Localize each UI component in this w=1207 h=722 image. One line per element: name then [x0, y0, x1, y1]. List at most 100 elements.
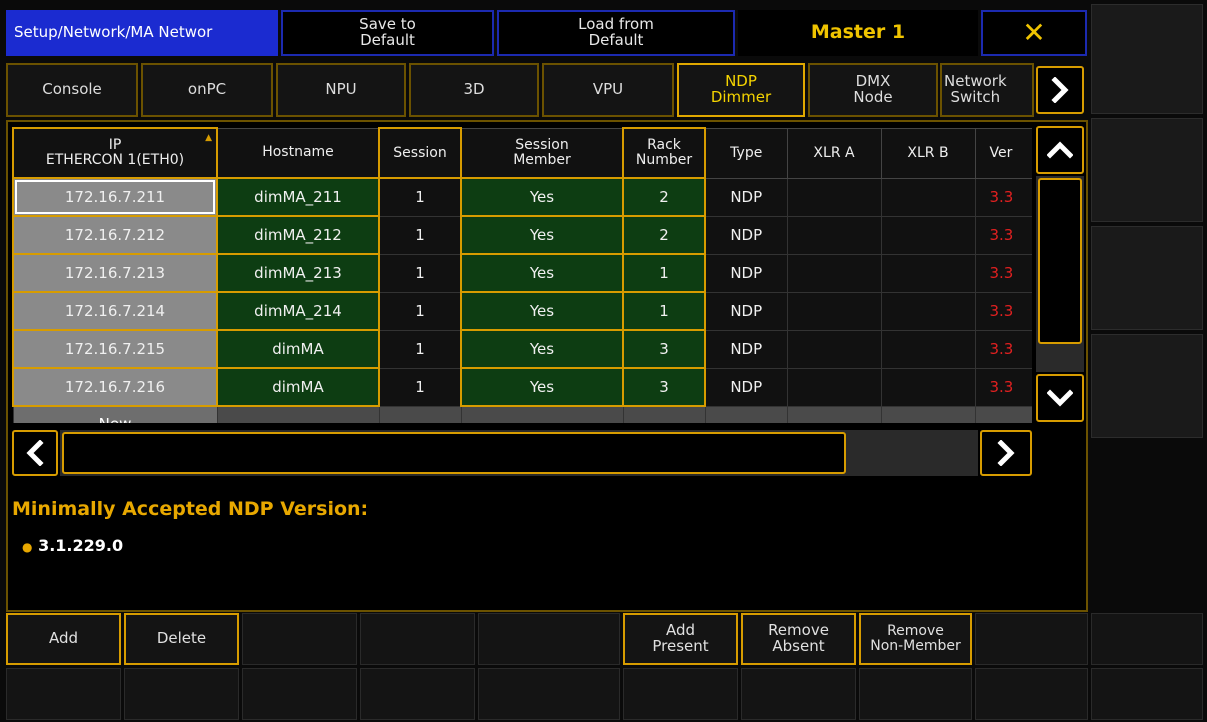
- new-row-cell[interactable]: [704, 405, 788, 423]
- session-member-cell[interactable]: Yes: [460, 253, 624, 293]
- xlr-b-cell[interactable]: [880, 291, 976, 331]
- tab-network-switch[interactable]: Network Switch: [940, 63, 1034, 117]
- tab-dmx-node[interactable]: DMX Node: [808, 63, 938, 117]
- tabs-scroll-right-button[interactable]: [1036, 66, 1084, 114]
- table-row[interactable]: 172.16.7.214 dimMA_214 1 Yes 1 NDP 3.3: [12, 291, 1032, 331]
- empty-button[interactable]: [478, 668, 620, 720]
- empty-button[interactable]: [124, 668, 239, 720]
- save-to-default-button[interactable]: Save to Default: [281, 10, 494, 56]
- xlr-a-cell[interactable]: [786, 367, 882, 407]
- empty-button[interactable]: [975, 668, 1088, 720]
- empty-button[interactable]: [360, 668, 475, 720]
- xlr-b-cell[interactable]: [880, 367, 976, 407]
- scroll-right-button[interactable]: [980, 430, 1032, 476]
- new-row-cell[interactable]: [974, 405, 1032, 423]
- column-header-session-member[interactable]: Session Member: [460, 127, 624, 179]
- session-member-cell[interactable]: Yes: [460, 291, 624, 331]
- tab-3d[interactable]: 3D: [409, 63, 539, 117]
- hostname-cell[interactable]: dimMA: [216, 367, 380, 407]
- rack-number-cell[interactable]: 2: [622, 177, 706, 217]
- session-member-cell[interactable]: Yes: [460, 215, 624, 255]
- table-row[interactable]: 172.16.7.213 dimMA_213 1 Yes 1 NDP 3.3: [12, 253, 1032, 293]
- scroll-left-button[interactable]: [12, 430, 58, 476]
- column-header-type[interactable]: Type: [704, 127, 788, 179]
- session-cell[interactable]: 1: [378, 253, 462, 293]
- column-header-xlr-a[interactable]: XLR A: [786, 127, 882, 179]
- new-row-cell[interactable]: [880, 405, 976, 423]
- table-row[interactable]: 172.16.7.211 dimMA_211 1 Yes 2 NDP 3.3: [12, 177, 1032, 217]
- column-header-xlr-b[interactable]: XLR B: [880, 127, 976, 179]
- column-header-rack-number[interactable]: Rack Number: [622, 127, 706, 179]
- close-button[interactable]: ✕: [981, 10, 1087, 56]
- empty-button[interactable]: [242, 613, 357, 665]
- column-header-version[interactable]: Ver: [974, 127, 1032, 179]
- column-header-hostname[interactable]: Hostname: [216, 127, 380, 179]
- table-row[interactable]: 172.16.7.215 dimMA 1 Yes 3 NDP 3.3: [12, 329, 1032, 369]
- tab-onpc[interactable]: onPC: [141, 63, 273, 117]
- rack-number-cell[interactable]: 3: [622, 329, 706, 369]
- xlr-a-cell[interactable]: [786, 253, 882, 293]
- column-header-session[interactable]: Session: [378, 127, 462, 179]
- xlr-a-cell[interactable]: [786, 177, 882, 217]
- empty-button[interactable]: [741, 668, 856, 720]
- empty-button[interactable]: [975, 613, 1088, 665]
- new-row-cell[interactable]: [786, 405, 882, 423]
- new-row[interactable]: New: [12, 405, 1032, 423]
- load-from-default-button[interactable]: Load from Default: [497, 10, 735, 56]
- rack-number-cell[interactable]: 1: [622, 253, 706, 293]
- delete-button[interactable]: Delete: [124, 613, 239, 665]
- empty-button[interactable]: [6, 668, 121, 720]
- xlr-b-cell[interactable]: [880, 177, 976, 217]
- session-member-cell[interactable]: Yes: [460, 177, 624, 217]
- remove-absent-button[interactable]: Remove Absent: [741, 613, 856, 665]
- horizontal-scroll-thumb[interactable]: [62, 432, 846, 474]
- new-row-cell[interactable]: [622, 405, 706, 423]
- empty-button[interactable]: [623, 668, 738, 720]
- hostname-cell[interactable]: dimMA_213: [216, 253, 380, 293]
- session-cell[interactable]: 1: [378, 215, 462, 255]
- session-cell[interactable]: 1: [378, 291, 462, 331]
- ip-cell[interactable]: 172.16.7.212: [12, 215, 218, 255]
- tab-ndp-dimmer[interactable]: NDP Dimmer: [677, 63, 805, 117]
- hostname-cell[interactable]: dimMA_211: [216, 177, 380, 217]
- rack-number-cell[interactable]: 2: [622, 215, 706, 255]
- add-button[interactable]: Add: [6, 613, 121, 665]
- remove-non-member-button[interactable]: Remove Non-Member: [859, 613, 972, 665]
- tab-vpu[interactable]: VPU: [542, 63, 674, 117]
- new-entry-cell[interactable]: New: [12, 405, 218, 423]
- ip-cell[interactable]: 172.16.7.216: [12, 367, 218, 407]
- session-member-cell[interactable]: Yes: [460, 329, 624, 369]
- ip-cell[interactable]: 172.16.7.213: [12, 253, 218, 293]
- tab-console[interactable]: Console: [6, 63, 138, 117]
- empty-button[interactable]: [1091, 668, 1203, 720]
- ip-cell[interactable]: 172.16.7.214: [12, 291, 218, 331]
- ip-cell[interactable]: 172.16.7.215: [12, 329, 218, 369]
- table-row[interactable]: 172.16.7.216 dimMA 1 Yes 3 NDP 3.3: [12, 367, 1032, 407]
- rack-number-cell[interactable]: 3: [622, 367, 706, 407]
- session-cell[interactable]: 1: [378, 367, 462, 407]
- xlr-a-cell[interactable]: [786, 215, 882, 255]
- scroll-up-button[interactable]: [1036, 126, 1084, 174]
- hostname-cell[interactable]: dimMA_212: [216, 215, 380, 255]
- empty-button[interactable]: [242, 668, 357, 720]
- new-row-cell[interactable]: [216, 405, 380, 423]
- empty-button[interactable]: [859, 668, 972, 720]
- scroll-down-button[interactable]: [1036, 374, 1084, 422]
- session-member-cell[interactable]: Yes: [460, 367, 624, 407]
- session-cell[interactable]: 1: [378, 177, 462, 217]
- ip-cell[interactable]: 172.16.7.211: [12, 177, 218, 217]
- xlr-b-cell[interactable]: [880, 329, 976, 369]
- table-row[interactable]: 172.16.7.212 dimMA_212 1 Yes 2 NDP 3.3: [12, 215, 1032, 255]
- hostname-cell[interactable]: dimMA_214: [216, 291, 380, 331]
- xlr-b-cell[interactable]: [880, 215, 976, 255]
- add-present-button[interactable]: Add Present: [623, 613, 738, 665]
- xlr-a-cell[interactable]: [786, 291, 882, 331]
- new-row-cell[interactable]: [460, 405, 624, 423]
- tab-npu[interactable]: NPU: [276, 63, 406, 117]
- empty-button[interactable]: [478, 613, 620, 665]
- hostname-cell[interactable]: dimMA: [216, 329, 380, 369]
- xlr-b-cell[interactable]: [880, 253, 976, 293]
- empty-button[interactable]: [1091, 613, 1203, 665]
- vertical-scroll-thumb[interactable]: [1038, 178, 1082, 344]
- new-row-cell[interactable]: [378, 405, 462, 423]
